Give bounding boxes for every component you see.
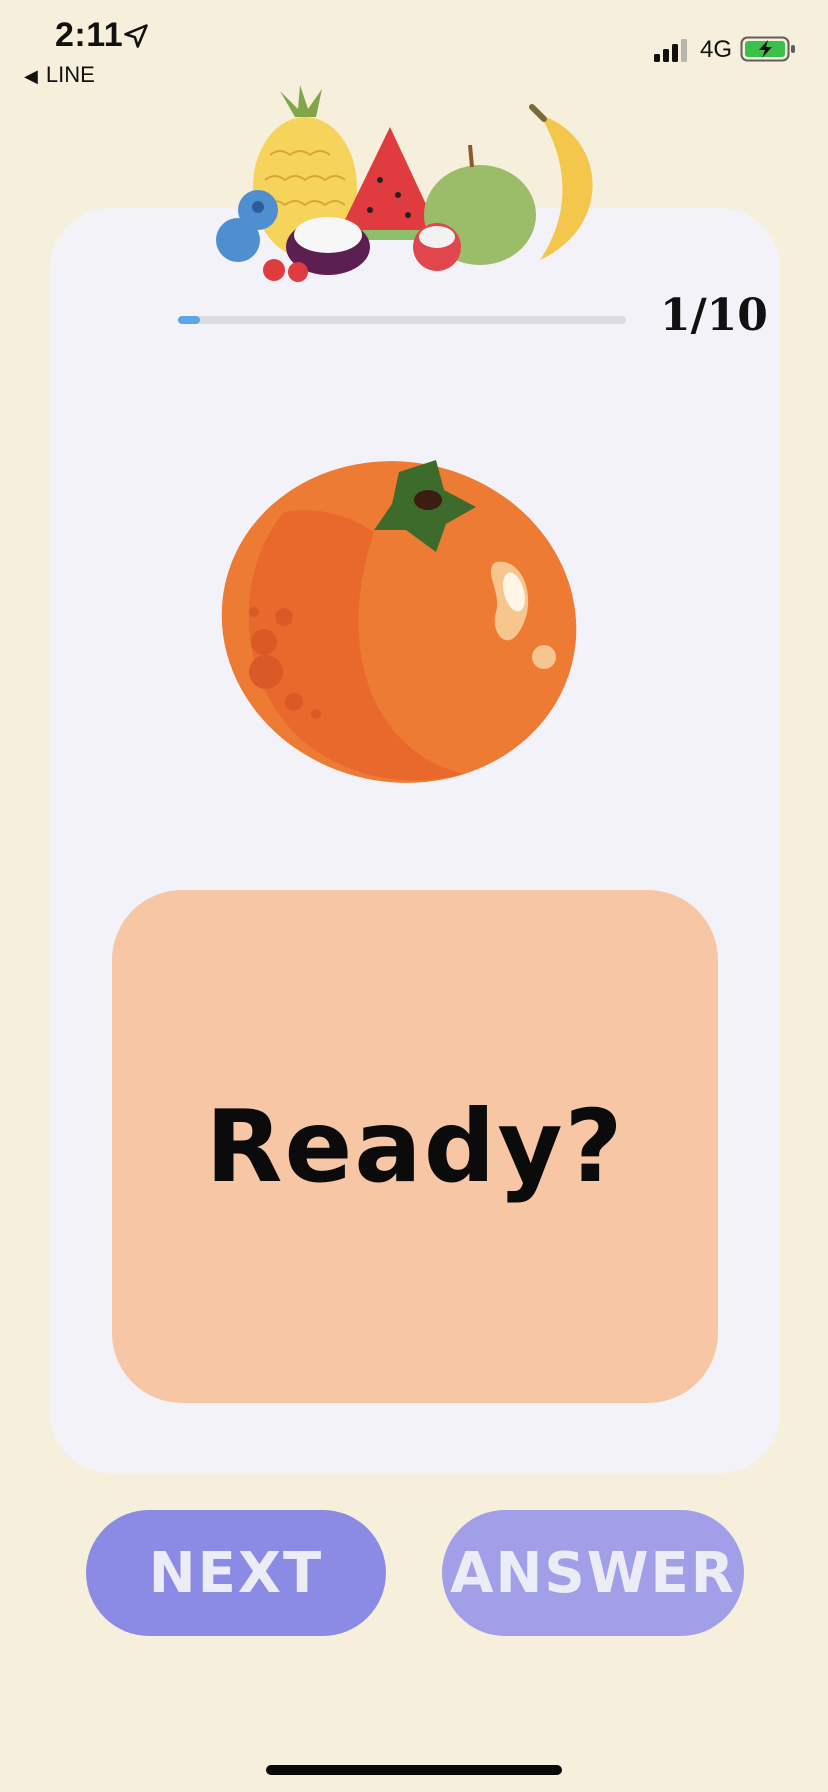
answer-card: Ready? [112,890,718,1403]
question-counter: 1/10 [660,290,768,341]
back-triangle-icon: ◀ [24,66,38,86]
answer-text: Ready? [205,1088,625,1205]
location-arrow-icon [124,24,148,48]
back-app-label: LINE [45,62,95,87]
status-bar: 2:11 ◀ LINE 4G [0,0,828,90]
persimmon-illustration [221,460,577,783]
progress-bar [178,316,626,324]
answer-button[interactable]: ANSWER [442,1510,744,1636]
fruit-characters-illustration [216,85,593,282]
cellular-signal-icon [654,39,687,62]
status-time: 2:11 [55,16,124,54]
network-type: 4G [700,36,733,63]
battery-charging-icon [740,36,795,62]
next-button[interactable]: NEXT [86,1510,386,1636]
back-to-app-link[interactable]: ◀ LINE [24,62,95,88]
home-indicator[interactable] [266,1765,562,1775]
progress-bar-fill [178,316,201,324]
